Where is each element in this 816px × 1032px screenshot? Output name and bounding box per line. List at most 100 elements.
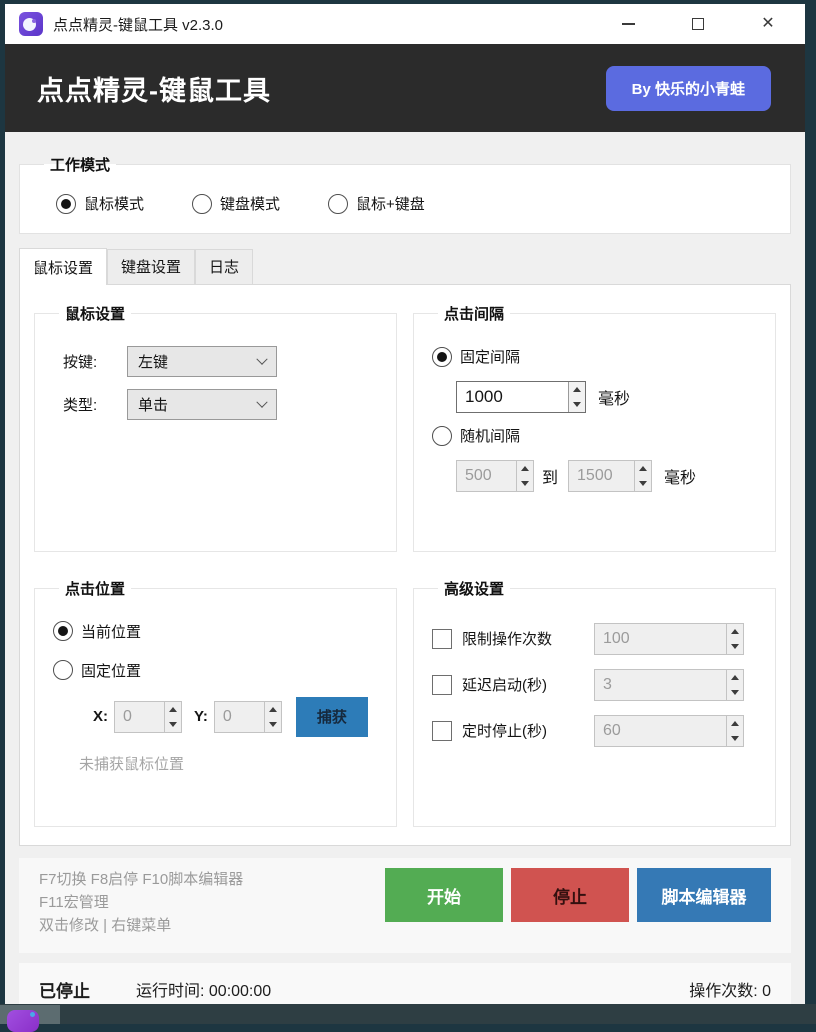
mode-both-radio[interactable] bbox=[328, 194, 348, 214]
random-interval-option[interactable]: 随机间隔 bbox=[432, 425, 759, 446]
fixed-interval-option[interactable]: 固定间隔 bbox=[432, 346, 759, 367]
delay-start-checkbox[interactable] bbox=[432, 675, 452, 695]
fixed-interval-radio[interactable] bbox=[432, 347, 452, 367]
maximize-button[interactable] bbox=[675, 9, 721, 39]
mouse-button-select[interactable]: 左键 bbox=[127, 346, 277, 377]
spinner-buttons bbox=[726, 716, 743, 746]
arrow-down-icon bbox=[731, 644, 739, 649]
main-content: 工作模式 鼠标模式 键盘模式 鼠标+键盘 鼠标设置 键盘设置 日志 bbox=[5, 132, 805, 1015]
action-buttons: 开始 停止 脚本编辑器 bbox=[377, 868, 771, 937]
hotkey-line-1: F7切换 F8启停 F10脚本编辑器 bbox=[39, 868, 243, 891]
x-label: X: bbox=[93, 708, 108, 725]
click-type-select[interactable]: 单击 bbox=[127, 389, 277, 420]
spinner-down-button[interactable] bbox=[727, 731, 743, 746]
timed-stop-spinner[interactable]: 60 bbox=[594, 715, 744, 747]
minimize-button[interactable] bbox=[605, 9, 651, 39]
type-row: 类型: 单击 bbox=[63, 389, 380, 420]
spinner-buttons bbox=[164, 702, 181, 732]
spinner-down-button[interactable] bbox=[165, 717, 181, 732]
random-interval-row: 500 到 1500 毫秒 bbox=[456, 460, 759, 492]
spinner-down-button[interactable] bbox=[265, 717, 281, 732]
coordinates-row: X: 0 Y: 0 bbox=[93, 697, 380, 737]
fixed-interval-spinner[interactable]: 1000 bbox=[456, 381, 586, 413]
status-runtime: 运行时间: 00:00:00 bbox=[136, 977, 271, 1001]
mode-mouse-radio[interactable] bbox=[56, 194, 76, 214]
fixed-position-label: 固定位置 bbox=[81, 660, 141, 681]
mode-mouse-option[interactable]: 鼠标模式 bbox=[56, 193, 144, 214]
random-max-value[interactable]: 1500 bbox=[569, 461, 634, 491]
spinner-down-button[interactable] bbox=[727, 639, 743, 654]
random-max-spinner[interactable]: 1500 bbox=[568, 460, 652, 492]
spinner-down-button[interactable] bbox=[635, 476, 651, 491]
tab-bar: 鼠标设置 键盘设置 日志 bbox=[19, 248, 791, 284]
random-min-value[interactable]: 500 bbox=[457, 461, 516, 491]
desktop-background bbox=[0, 1004, 816, 1024]
current-position-radio[interactable] bbox=[53, 621, 73, 641]
mode-keyboard-option[interactable]: 键盘模式 bbox=[192, 193, 280, 214]
close-button[interactable]: ✕ bbox=[745, 9, 791, 39]
x-value[interactable]: 0 bbox=[115, 702, 164, 732]
mode-both-option[interactable]: 鼠标+键盘 bbox=[328, 193, 425, 214]
spinner-down-button[interactable] bbox=[517, 476, 533, 491]
limit-count-spinner[interactable]: 100 bbox=[594, 623, 744, 655]
delay-start-label: 延迟启动(秒) bbox=[462, 674, 594, 695]
taskbar-app-icon[interactable] bbox=[7, 1010, 39, 1032]
arrow-down-icon bbox=[731, 736, 739, 741]
minimize-icon bbox=[622, 23, 635, 25]
mouse-settings-panel: 鼠标设置 按键: 左键 类型: 单击 点 bbox=[19, 284, 791, 846]
spinner-up-button[interactable] bbox=[517, 461, 533, 476]
stop-button[interactable]: 停止 bbox=[511, 868, 629, 922]
capture-button[interactable]: 捕获 bbox=[296, 697, 368, 737]
status-state: 已停止 bbox=[39, 977, 90, 1002]
current-position-label: 当前位置 bbox=[81, 621, 141, 642]
fixed-interval-unit: 毫秒 bbox=[598, 385, 630, 409]
limit-count-label: 限制操作次数 bbox=[462, 628, 594, 649]
tab-mouse-settings[interactable]: 鼠标设置 bbox=[19, 248, 107, 285]
timed-stop-checkbox[interactable] bbox=[432, 721, 452, 741]
spinner-up-button[interactable] bbox=[635, 461, 651, 476]
y-spinner[interactable]: 0 bbox=[214, 701, 282, 733]
click-position-legend: 点击位置 bbox=[59, 578, 131, 599]
tab-keyboard-settings[interactable]: 键盘设置 bbox=[107, 249, 195, 284]
maximize-icon bbox=[692, 18, 704, 30]
click-interval-legend: 点击间隔 bbox=[438, 303, 510, 324]
script-editor-button[interactable]: 脚本编辑器 bbox=[637, 868, 771, 922]
advanced-settings-legend: 高级设置 bbox=[438, 578, 510, 599]
spinner-buttons bbox=[726, 670, 743, 700]
random-min-spinner[interactable]: 500 bbox=[456, 460, 534, 492]
limit-count-row: 限制操作次数 100 bbox=[432, 623, 759, 655]
spinner-down-button[interactable] bbox=[569, 397, 585, 412]
delay-start-spinner[interactable]: 3 bbox=[594, 669, 744, 701]
chevron-down-icon bbox=[256, 396, 267, 407]
type-label: 类型: bbox=[63, 394, 127, 415]
y-value[interactable]: 0 bbox=[215, 702, 264, 732]
fixed-position-radio[interactable] bbox=[53, 660, 73, 680]
spinner-up-button[interactable] bbox=[727, 624, 743, 639]
tab-log[interactable]: 日志 bbox=[195, 249, 253, 284]
start-button[interactable]: 开始 bbox=[385, 868, 503, 922]
fixed-position-option[interactable]: 固定位置 bbox=[53, 660, 380, 681]
chevron-down-icon bbox=[256, 353, 267, 364]
spinner-up-button[interactable] bbox=[569, 382, 585, 397]
limit-count-value[interactable]: 100 bbox=[595, 624, 726, 654]
spinner-buttons bbox=[568, 382, 585, 412]
current-position-option[interactable]: 当前位置 bbox=[53, 621, 380, 642]
x-spinner[interactable]: 0 bbox=[114, 701, 182, 733]
arrow-down-icon bbox=[169, 722, 177, 727]
button-label: 按键: bbox=[63, 351, 127, 372]
window-title: 点点精灵-键鼠工具 v2.3.0 bbox=[53, 14, 223, 35]
random-interval-radio[interactable] bbox=[432, 426, 452, 446]
spinner-up-button[interactable] bbox=[727, 716, 743, 731]
status-operations: 操作次数: 0 bbox=[689, 977, 771, 1001]
spinner-down-button[interactable] bbox=[727, 685, 743, 700]
mode-keyboard-radio[interactable] bbox=[192, 194, 212, 214]
work-mode-options: 鼠标模式 键盘模式 鼠标+键盘 bbox=[36, 185, 774, 214]
limit-count-checkbox[interactable] bbox=[432, 629, 452, 649]
click-interval-group: 点击间隔 固定间隔 1000 毫秒 bbox=[413, 303, 776, 552]
fixed-interval-value[interactable]: 1000 bbox=[457, 382, 568, 412]
spinner-up-button[interactable] bbox=[265, 702, 281, 717]
timed-stop-value[interactable]: 60 bbox=[595, 716, 726, 746]
spinner-up-button[interactable] bbox=[165, 702, 181, 717]
delay-start-value[interactable]: 3 bbox=[595, 670, 726, 700]
spinner-up-button[interactable] bbox=[727, 670, 743, 685]
